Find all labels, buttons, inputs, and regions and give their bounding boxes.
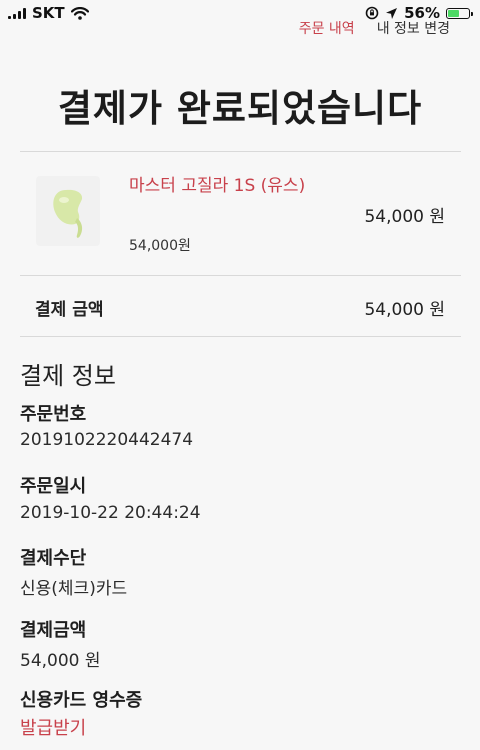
product-total: 54,000 원 (364, 207, 445, 227)
issue-receipt-link[interactable]: 발급받기 (20, 714, 86, 740)
top-nav: 주문 내역 내 정보 변경 (299, 18, 450, 38)
payment-amount-value: 54,000 원 (364, 300, 445, 320)
order-history-link[interactable]: 주문 내역 (299, 18, 355, 38)
payment-method-value: 신용(체크)카드 (20, 579, 128, 599)
battery-fill (448, 9, 459, 17)
order-datetime-value: 2019-10-22 20:44:24 (20, 503, 201, 523)
divider (20, 151, 461, 152)
order-datetime-label: 주문일시 (20, 476, 87, 497)
product-image[interactable] (36, 176, 100, 246)
order-number-value: 2019102220442474 (20, 430, 194, 450)
product-unit-price: 54,000원 (129, 238, 191, 254)
wifi-icon (70, 6, 89, 20)
profile-edit-link[interactable]: 내 정보 변경 (377, 18, 450, 38)
receipt-label: 신용카드 영수증 (20, 690, 143, 711)
carrier-label: SKT (32, 4, 65, 22)
page-title: 결제가 완료되었습니다 (57, 87, 423, 130)
payment-method-label: 결제수단 (20, 548, 87, 569)
product-image-graphic (53, 189, 83, 238)
divider (20, 275, 461, 276)
order-number-label: 주문번호 (20, 404, 87, 425)
payment-amount-label: 결제 금액 (35, 300, 104, 320)
payment-amount-info-label: 결제금액 (20, 620, 87, 641)
signal-icon (8, 7, 26, 19)
payment-info-title: 결제 정보 (20, 362, 116, 390)
divider (20, 336, 461, 337)
product-name-link[interactable]: 마스터 고질라 1S (유스) (129, 171, 309, 201)
status-bar-left: SKT (8, 4, 89, 22)
payment-amount-info-value: 54,000 원 (20, 651, 101, 671)
battery-icon (446, 7, 473, 19)
